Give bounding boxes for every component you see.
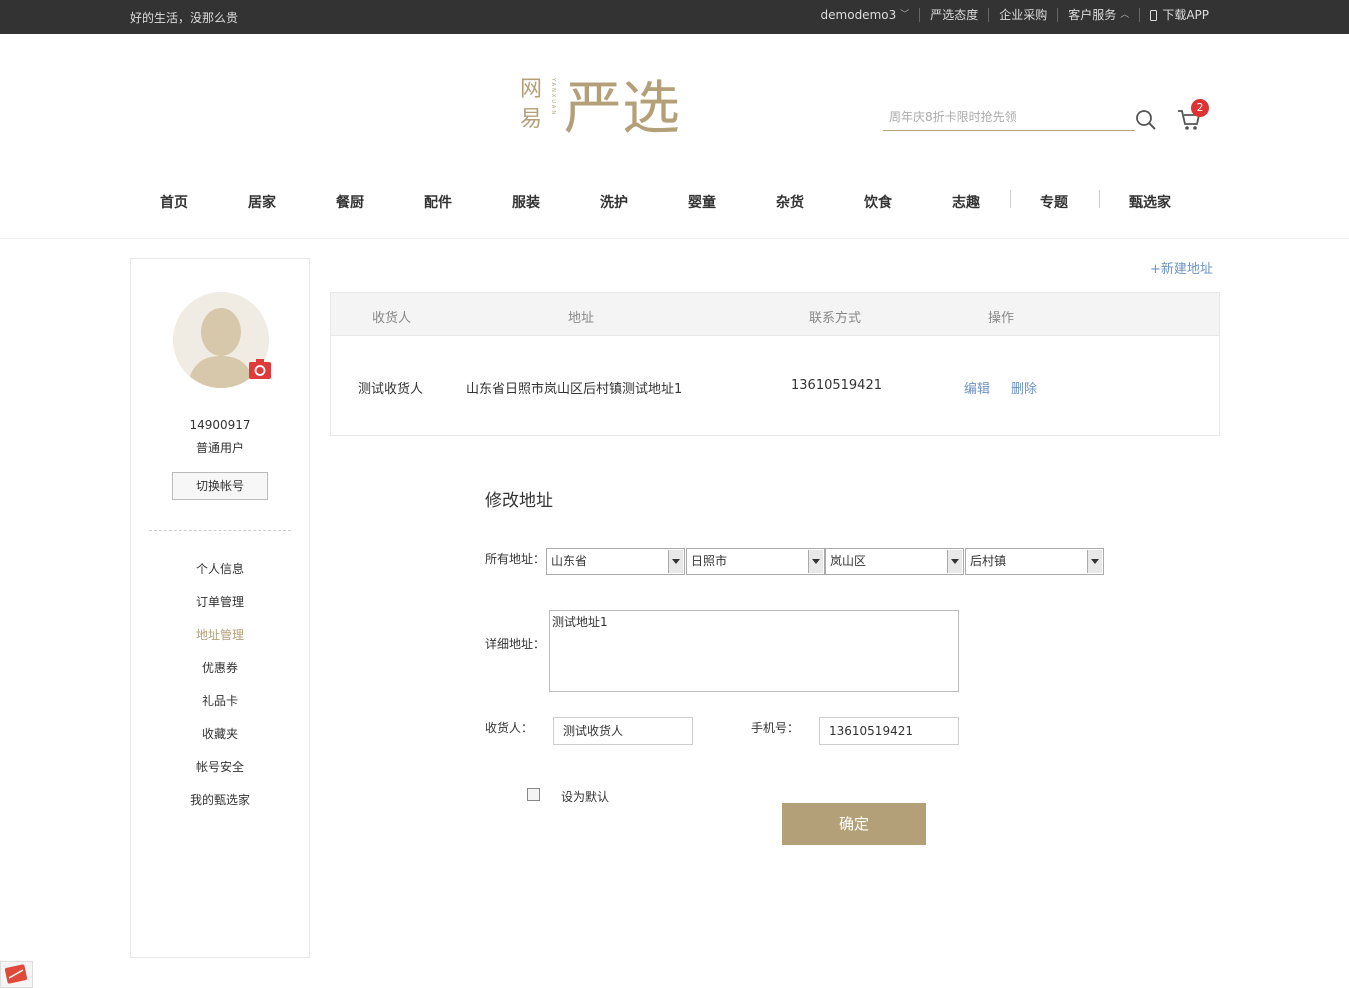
nav-item-home[interactable]: 首页 [160, 192, 188, 212]
city-select[interactable]: 日照市 [686, 548, 825, 575]
nav-item-apparel[interactable]: 服装 [512, 192, 540, 212]
nav-item-baby[interactable]: 婴童 [688, 192, 716, 212]
town-value: 后村镇 [970, 554, 1007, 568]
nav-item-topics[interactable]: 专题 [1040, 192, 1068, 212]
nav-item-selection[interactable]: 甄选家 [1129, 192, 1171, 212]
logo[interactable]: 网 易 YANXUAN 严选 [520, 68, 704, 142]
nav-item-care[interactable]: 洗护 [600, 192, 628, 212]
top-bar: 好的生活，没那么贵 demodemo3 ﹀ 严选态度 企业采购 客户服务 ︿ 下载A… [0, 0, 1349, 34]
district-select[interactable]: 岚山区 [825, 548, 964, 575]
nav-item-goods[interactable]: 杂货 [776, 192, 804, 212]
switch-account-button[interactable]: 切换帐号 [172, 472, 268, 500]
phone-label: 手机号： [751, 721, 800, 735]
default-checkbox[interactable] [527, 788, 540, 801]
row-address: 山东省日照市岚山区后村镇测试地址1 [466, 382, 683, 397]
service-label: 客户服务 [1068, 8, 1117, 22]
logo-pinyin: YANXUAN [550, 77, 556, 116]
download-label: 下载APP [1162, 8, 1209, 22]
phone-icon [1150, 9, 1158, 21]
enterprise-link[interactable]: 企业采购 [988, 8, 1057, 22]
nav-divider [1099, 190, 1100, 208]
username: demodemo3 [820, 8, 897, 22]
nav-item-kitchen[interactable]: 餐厨 [336, 192, 364, 212]
form-title: 修改地址 [485, 491, 553, 511]
feedback-icon[interactable] [0, 961, 33, 988]
dropdown-arrow-icon [1087, 550, 1102, 573]
chevron-up-icon: ︿ [1120, 10, 1130, 20]
sidebar-menu: 个人信息 订单管理 地址管理 优惠券 礼品卡 收藏夹 帐号安全 我的甄选家 [131, 561, 309, 825]
logo-small-top: 网 [520, 77, 542, 102]
nav-item-accessories[interactable]: 配件 [424, 192, 452, 212]
user-type: 普通用户 [195, 441, 244, 455]
column-header-contact: 联系方式 [809, 311, 862, 326]
column-header-address: 地址 [568, 311, 595, 326]
sidebar-item-security[interactable]: 帐号安全 [131, 759, 309, 792]
search-box [883, 105, 1135, 131]
receiver-label: 收货人： [485, 721, 534, 735]
city-value: 日照市 [691, 554, 728, 568]
download-app-link[interactable]: 下载APP [1139, 8, 1219, 22]
nav-item-home-living[interactable]: 居家 [248, 192, 276, 212]
row-receiver: 测试收货人 [358, 382, 424, 397]
logo-main: 严选 [564, 74, 680, 136]
new-address-link[interactable]: +新建地址 [1150, 258, 1213, 277]
search-icon[interactable] [1134, 108, 1158, 132]
nav-divider [1010, 190, 1011, 208]
sidebar-item-orders[interactable]: 订单管理 [131, 594, 309, 627]
confirm-button[interactable]: 确定 [782, 803, 926, 845]
cart-count-badge: 2 [1191, 99, 1209, 117]
dropdown-arrow-icon [947, 550, 962, 573]
nav-divider-line [0, 238, 1349, 239]
nav-item-food[interactable]: 饮食 [864, 192, 892, 212]
sidebar-item-profile[interactable]: 个人信息 [131, 561, 309, 594]
address-table: 收货人 地址 联系方式 操作 测试收货人 山东省日照市岚山区后村镇测试地址1 1… [330, 292, 1220, 436]
detail-address-textarea[interactable]: 测试地址1 [549, 610, 959, 692]
sidebar-item-addresses[interactable]: 地址管理 [131, 627, 309, 660]
sidebar-item-my-selection[interactable]: 我的甄选家 [131, 792, 309, 825]
column-header-receiver: 收货人 [372, 311, 412, 326]
attitude-link[interactable]: 严选态度 [919, 8, 988, 22]
table-header: 收货人 地址 联系方式 操作 [331, 293, 1219, 336]
nav-item-hobby[interactable]: 志趣 [952, 192, 980, 212]
dropdown-arrow-icon [808, 550, 823, 573]
dropdown-arrow-icon [668, 550, 683, 573]
sidebar-item-coupons[interactable]: 优惠券 [131, 660, 309, 693]
town-select[interactable]: 后村镇 [965, 548, 1104, 575]
logo-mark: 网 易 YANXUAN 严选 [520, 74, 680, 142]
chevron-down-icon: ﹀ [900, 10, 910, 20]
column-header-actions: 操作 [988, 311, 1015, 326]
service-menu[interactable]: 客户服务 ︿ [1057, 8, 1139, 22]
row-phone: 13610519421 [791, 378, 882, 393]
top-links: demodemo3 ﹀ 严选态度 企业采购 客户服务 ︿ 下载APP [811, 8, 1219, 22]
user-id: 14900917 [189, 418, 251, 432]
sidebar-divider [149, 530, 291, 531]
sidebar-item-favorites[interactable]: 收藏夹 [131, 726, 309, 759]
edit-link[interactable]: 编辑 [964, 378, 990, 397]
province-select[interactable]: 山东省 [546, 548, 685, 575]
account-sidebar: 14900917 普通用户 切换帐号 个人信息 订单管理 地址管理 优惠券 礼品… [130, 258, 310, 958]
delete-link[interactable]: 删除 [1011, 378, 1037, 397]
search-input[interactable] [883, 105, 1123, 129]
slogan: 好的生活，没那么贵 [130, 11, 239, 25]
district-value: 岚山区 [830, 554, 867, 568]
camera-icon[interactable] [249, 359, 271, 379]
default-label: 设为默认 [561, 790, 610, 804]
user-menu[interactable]: demodemo3 ﹀ [811, 8, 920, 22]
receiver-input[interactable]: 测试收货人 [553, 717, 693, 745]
phone-input[interactable]: 13610519421 [819, 717, 959, 745]
province-value: 山东省 [551, 554, 588, 568]
detail-label: 详细地址： [485, 637, 546, 651]
region-label: 所有地址： [485, 552, 546, 566]
main-nav: 首页 居家 餐厨 配件 服装 洗护 婴童 杂货 饮食 志趣 专题 甄选家 [130, 188, 1220, 214]
feedback-glyph [4, 964, 28, 984]
logo-small-bottom: 易 [520, 107, 542, 132]
sidebar-item-gift-cards[interactable]: 礼品卡 [131, 693, 309, 726]
